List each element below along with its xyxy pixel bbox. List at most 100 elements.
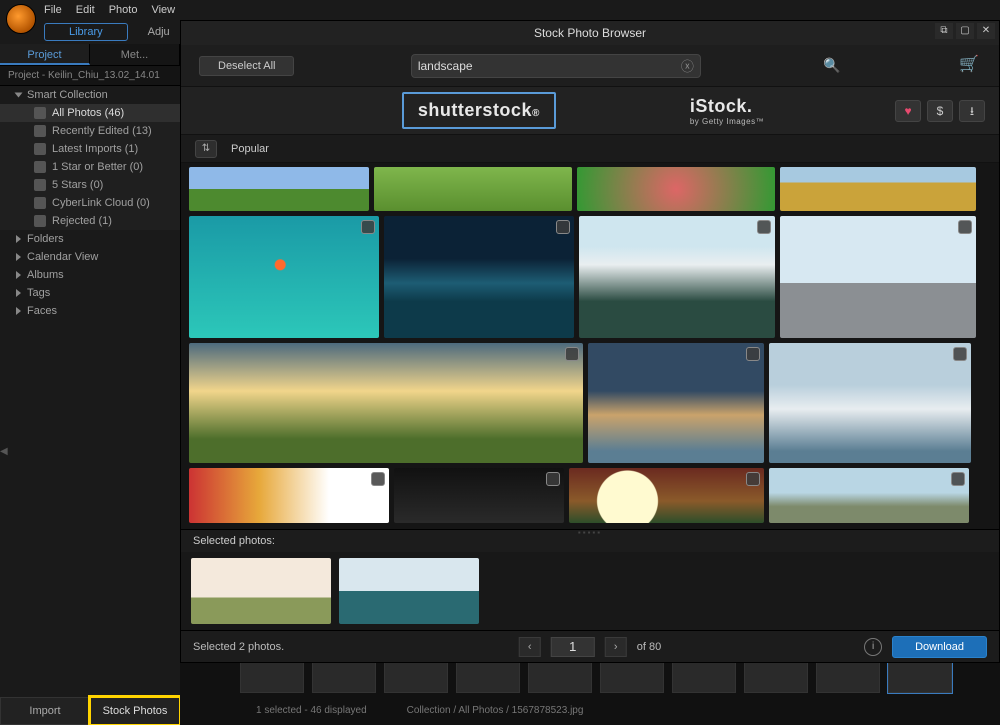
result-thumb[interactable] bbox=[189, 343, 583, 463]
tree-folders[interactable]: Folders bbox=[0, 230, 180, 248]
menu-file[interactable]: File bbox=[44, 4, 62, 16]
page-total-label: of 80 bbox=[637, 641, 661, 653]
select-checkbox[interactable] bbox=[958, 220, 972, 234]
tree-calendar[interactable]: Calendar View bbox=[0, 248, 180, 266]
select-checkbox[interactable] bbox=[951, 472, 965, 486]
result-thumb[interactable] bbox=[394, 468, 564, 523]
purchased-icon[interactable]: $ bbox=[927, 100, 953, 122]
result-thumb[interactable] bbox=[780, 167, 976, 211]
tab-library[interactable]: Library bbox=[44, 23, 128, 41]
favorites-icon[interactable]: ♥ bbox=[895, 100, 921, 122]
result-thumb[interactable] bbox=[769, 343, 971, 463]
app-logo-icon bbox=[6, 4, 36, 34]
import-button[interactable]: Import bbox=[0, 697, 90, 725]
clear-search-icon[interactable]: ⓧ bbox=[681, 56, 694, 75]
tree-faces[interactable]: Faces bbox=[0, 302, 180, 320]
result-thumb[interactable] bbox=[780, 216, 976, 338]
select-checkbox[interactable] bbox=[361, 220, 375, 234]
page-prev-icon[interactable]: ‹ bbox=[519, 637, 541, 657]
menu-photo[interactable]: Photo bbox=[109, 4, 138, 16]
menu-edit[interactable]: Edit bbox=[76, 4, 95, 16]
status-selection: 1 selected - 46 displayed bbox=[256, 705, 367, 716]
downloads-icon[interactable]: ⭳ bbox=[959, 100, 985, 122]
tree-tags[interactable]: Tags bbox=[0, 284, 180, 302]
chevron-right-icon bbox=[16, 253, 21, 261]
select-checkbox[interactable] bbox=[371, 472, 385, 486]
stock-photos-button[interactable]: Stock Photos bbox=[90, 697, 180, 725]
status-path: Collection / All Photos / 1567878523.jpg bbox=[407, 705, 584, 716]
tree-recently-edited[interactable]: Recently Edited (13) bbox=[0, 122, 180, 140]
select-checkbox[interactable] bbox=[556, 220, 570, 234]
sort-label[interactable]: Popular bbox=[231, 143, 269, 155]
page-next-icon[interactable]: › bbox=[605, 637, 627, 657]
chevron-right-icon bbox=[16, 271, 21, 279]
sort-options-icon[interactable]: ⇅ bbox=[195, 140, 217, 158]
tab-project[interactable]: Project bbox=[0, 44, 90, 65]
menu-view[interactable]: View bbox=[151, 4, 175, 16]
result-thumb[interactable] bbox=[189, 167, 369, 211]
tree-all-photos[interactable]: All Photos (46) bbox=[0, 104, 180, 122]
select-checkbox[interactable] bbox=[546, 472, 560, 486]
selected-strip bbox=[181, 552, 999, 630]
result-thumb[interactable] bbox=[189, 468, 389, 523]
chevron-right-icon bbox=[16, 289, 21, 297]
tree-cyberlink-cloud[interactable]: CyberLink Cloud (0) bbox=[0, 194, 180, 212]
result-thumb[interactable] bbox=[588, 343, 764, 463]
tree-1star[interactable]: 1 Star or Better (0) bbox=[0, 158, 180, 176]
chevron-down-icon bbox=[15, 93, 23, 98]
select-checkbox[interactable] bbox=[953, 347, 967, 361]
result-thumb[interactable] bbox=[569, 468, 764, 523]
result-thumb[interactable] bbox=[384, 216, 574, 338]
provider-shutterstock[interactable]: shutterstock® bbox=[402, 92, 556, 129]
search-icon[interactable]: 🔍 bbox=[823, 57, 840, 74]
popout-icon[interactable]: ⧉ bbox=[935, 23, 953, 39]
selected-count-label: Selected 2 photos. bbox=[193, 641, 284, 653]
selected-header: ▪▪▪▪▪ Selected photos: bbox=[181, 529, 999, 552]
modal-title: Stock Photo Browser bbox=[534, 26, 646, 40]
modal-titlebar: Stock Photo Browser ⧉ ▢ ✕ bbox=[181, 21, 999, 45]
search-input[interactable] bbox=[418, 59, 681, 73]
modal-footer: Selected 2 photos. ‹ › of 80 i Download bbox=[181, 630, 999, 662]
results-grid bbox=[181, 163, 999, 529]
tree-albums[interactable]: Albums bbox=[0, 266, 180, 284]
tree-latest-imports[interactable]: Latest Imports (1) bbox=[0, 140, 180, 158]
reject-icon bbox=[34, 215, 46, 227]
result-thumb[interactable] bbox=[374, 167, 572, 211]
tree-smart-collection[interactable]: Smart Collection bbox=[0, 86, 180, 104]
status-bar: 1 selected - 46 displayed Collection / A… bbox=[240, 701, 1000, 719]
maximize-icon[interactable]: ▢ bbox=[956, 23, 974, 39]
selected-thumb[interactable] bbox=[339, 558, 479, 624]
drag-handle-icon[interactable]: ▪▪▪▪▪ bbox=[578, 528, 602, 537]
edit-icon bbox=[34, 125, 46, 137]
sidebar-bottom-buttons: Import Stock Photos bbox=[0, 697, 180, 725]
select-checkbox[interactable] bbox=[565, 347, 579, 361]
menu-bar: File Edit Photo View bbox=[0, 0, 1000, 20]
info-icon[interactable]: i bbox=[864, 638, 882, 656]
result-thumb[interactable] bbox=[769, 468, 969, 523]
provider-istock[interactable]: iStock.by Getty Images™ bbox=[676, 90, 778, 132]
chevron-right-icon bbox=[16, 307, 21, 315]
select-checkbox[interactable] bbox=[746, 347, 760, 361]
result-thumb[interactable] bbox=[189, 216, 379, 338]
star-icon bbox=[34, 161, 46, 173]
tab-metadata[interactable]: Met... bbox=[90, 44, 180, 65]
close-icon[interactable]: ✕ bbox=[977, 23, 995, 39]
cart-icon[interactable]: 🛒 bbox=[957, 54, 981, 78]
deselect-all-button[interactable]: Deselect All bbox=[199, 56, 294, 76]
star-icon bbox=[34, 179, 46, 191]
select-checkbox[interactable] bbox=[757, 220, 771, 234]
tree-5stars[interactable]: 5 Stars (0) bbox=[0, 176, 180, 194]
search-field[interactable]: ⓧ bbox=[411, 54, 701, 78]
chevron-right-icon bbox=[16, 235, 21, 243]
select-checkbox[interactable] bbox=[746, 472, 760, 486]
result-thumb[interactable] bbox=[577, 167, 775, 211]
download-button[interactable]: Download bbox=[892, 636, 987, 658]
stock-photo-browser-modal: Stock Photo Browser ⧉ ▢ ✕ Deselect All ⓧ… bbox=[180, 20, 1000, 663]
project-name-label: Project - Keilin_Chiu_13.02_14.01 bbox=[0, 66, 180, 86]
selected-thumb[interactable] bbox=[191, 558, 331, 624]
tree-rejected[interactable]: Rejected (1) bbox=[0, 212, 180, 230]
page-number-input[interactable] bbox=[551, 637, 595, 657]
tab-adjustment[interactable]: Adju bbox=[148, 26, 170, 38]
collapse-sidebar-icon[interactable]: ◀ bbox=[0, 446, 10, 464]
result-thumb[interactable] bbox=[579, 216, 775, 338]
